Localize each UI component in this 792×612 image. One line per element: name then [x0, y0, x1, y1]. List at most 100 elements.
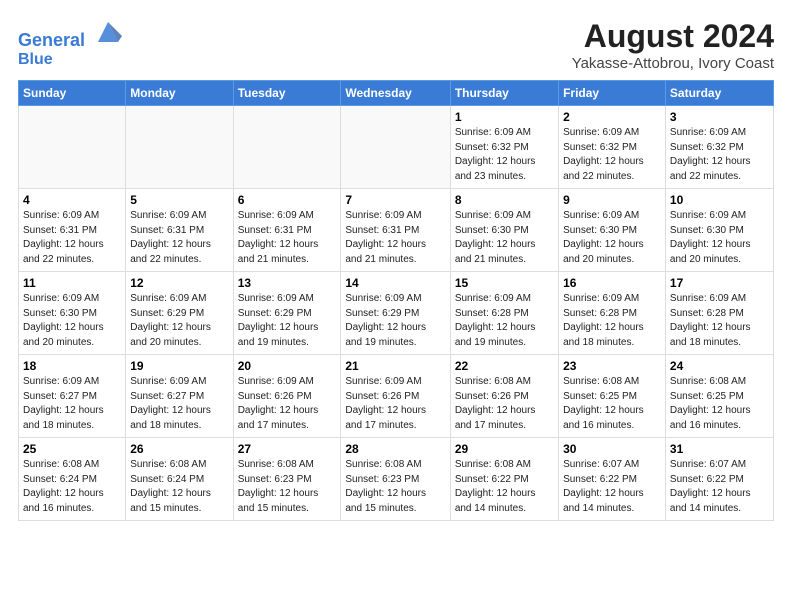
day-info: Sunrise: 6:09 AM Sunset: 6:30 PM Dayligh… [563, 209, 661, 267]
calendar-week-1: 1Sunrise: 6:09 AM Sunset: 6:32 PM Daylig… [19, 106, 774, 189]
calendar-cell: 31Sunrise: 6:07 AM Sunset: 6:22 PM Dayli… [665, 438, 773, 521]
day-number: 18 [23, 359, 121, 373]
day-header-monday: Monday [126, 81, 233, 106]
day-number: 14 [345, 276, 445, 290]
calendar-week-3: 11 Sunrise: 6:09 AM Sunset: 6:30 PM Dayli… [19, 272, 774, 355]
day-number: 2 [563, 110, 661, 124]
day-number: 20 [238, 359, 337, 373]
logo-icon [94, 18, 122, 46]
calendar-cell: 26 Sunrise: 6:08 AM Sunset: 6:24 PM Dayli… [126, 438, 233, 521]
day-number: 12 [130, 276, 228, 290]
day-info: Sunrise: 6:09 AM Sunset: 6:31 PM Dayligh… [345, 209, 445, 267]
day-number: 22 [455, 359, 554, 373]
calendar-cell: 6Sunrise: 6:09 AM Sunset: 6:31 PM Daylig… [233, 189, 341, 272]
day-info: Sunrise: 6:09 AM Sunset: 6:27 PM Dayligh… [130, 375, 228, 433]
day-number: 4 [23, 193, 121, 207]
day-info: Sunrise: 6:09 AM Sunset: 6:28 PM Dayligh… [670, 292, 769, 350]
calendar-cell: 16 Sunrise: 6:09 AM Sunset: 6:28 PM Dayli… [559, 272, 666, 355]
title-block: August 2024 Yakasse-Attobrou, Ivory Coas… [572, 18, 774, 72]
calendar-cell: 28Sunrise: 6:08 AM Sunset: 6:23 PM Dayli… [341, 438, 450, 521]
day-header-friday: Friday [559, 81, 666, 106]
day-info: Sunrise: 6:09 AM Sunset: 6:32 PM Dayligh… [455, 126, 554, 184]
day-info: Sunrise: 6:08 AM Sunset: 6:24 PM Dayligh… [130, 458, 228, 516]
day-number: 8 [455, 193, 554, 207]
calendar-cell: 11 Sunrise: 6:09 AM Sunset: 6:30 PM Dayli… [19, 272, 126, 355]
calendar-cell: 5 Sunrise: 6:09 AM Sunset: 6:31 PM Daylig… [126, 189, 233, 272]
calendar-cell [233, 106, 341, 189]
calendar-cell: 27 Sunrise: 6:08 AM Sunset: 6:23 PM Dayli… [233, 438, 341, 521]
day-info: Sunrise: 6:09 AM Sunset: 6:30 PM Dayligh… [455, 209, 554, 267]
day-number: 16 [563, 276, 661, 290]
calendar-cell: 13Sunrise: 6:09 AM Sunset: 6:29 PM Dayli… [233, 272, 341, 355]
day-number: 21 [345, 359, 445, 373]
day-number: 9 [563, 193, 661, 207]
calendar-cell [341, 106, 450, 189]
calendar-cell: 23 Sunrise: 6:08 AM Sunset: 6:25 PM Dayli… [559, 355, 666, 438]
calendar-cell: 2 Sunrise: 6:09 AM Sunset: 6:32 PM Daylig… [559, 106, 666, 189]
calendar-cell: 24 Sunrise: 6:08 AM Sunset: 6:25 PM Dayli… [665, 355, 773, 438]
calendar-cell: 17Sunrise: 6:09 AM Sunset: 6:28 PM Dayli… [665, 272, 773, 355]
calendar-cell: 10 Sunrise: 6:09 AM Sunset: 6:30 PM Dayli… [665, 189, 773, 272]
day-number: 28 [345, 442, 445, 456]
day-info: Sunrise: 6:08 AM Sunset: 6:23 PM Dayligh… [238, 458, 337, 516]
calendar-cell [126, 106, 233, 189]
day-number: 27 [238, 442, 337, 456]
calendar-cell: 9 Sunrise: 6:09 AM Sunset: 6:30 PM Daylig… [559, 189, 666, 272]
calendar-cell: 25Sunrise: 6:08 AM Sunset: 6:24 PM Dayli… [19, 438, 126, 521]
day-number: 23 [563, 359, 661, 373]
calendar-cell: 1Sunrise: 6:09 AM Sunset: 6:32 PM Daylig… [450, 106, 558, 189]
day-info: Sunrise: 6:08 AM Sunset: 6:25 PM Dayligh… [563, 375, 661, 433]
calendar-week-2: 4 Sunrise: 6:09 AM Sunset: 6:31 PM Daylig… [19, 189, 774, 272]
day-number: 5 [130, 193, 228, 207]
day-number: 19 [130, 359, 228, 373]
day-number: 7 [345, 193, 445, 207]
calendar-cell: 30 Sunrise: 6:07 AM Sunset: 6:22 PM Dayli… [559, 438, 666, 521]
logo-general: General [18, 30, 85, 50]
day-info: Sunrise: 6:09 AM Sunset: 6:30 PM Dayligh… [23, 292, 121, 350]
day-info: Sunrise: 6:09 AM Sunset: 6:29 PM Dayligh… [345, 292, 445, 350]
day-info: Sunrise: 6:07 AM Sunset: 6:22 PM Dayligh… [563, 458, 661, 516]
day-info: Sunrise: 6:09 AM Sunset: 6:29 PM Dayligh… [130, 292, 228, 350]
calendar-cell: 7 Sunrise: 6:09 AM Sunset: 6:31 PM Daylig… [341, 189, 450, 272]
calendar-cell: 3 Sunrise: 6:09 AM Sunset: 6:32 PM Daylig… [665, 106, 773, 189]
calendar-cell: 22 Sunrise: 6:08 AM Sunset: 6:26 PM Dayli… [450, 355, 558, 438]
day-info: Sunrise: 6:09 AM Sunset: 6:31 PM Dayligh… [130, 209, 228, 267]
page: General Blue August 2024 Yakasse-Attobro… [0, 0, 792, 531]
day-info: Sunrise: 6:09 AM Sunset: 6:31 PM Dayligh… [23, 209, 121, 267]
day-number: 10 [670, 193, 769, 207]
day-info: Sunrise: 6:09 AM Sunset: 6:30 PM Dayligh… [670, 209, 769, 267]
day-header-tuesday: Tuesday [233, 81, 341, 106]
calendar-header-row: SundayMondayTuesdayWednesdayThursdayFrid… [19, 81, 774, 106]
day-info: Sunrise: 6:09 AM Sunset: 6:32 PM Dayligh… [670, 126, 769, 184]
day-number: 31 [670, 442, 769, 456]
day-info: Sunrise: 6:08 AM Sunset: 6:26 PM Dayligh… [455, 375, 554, 433]
calendar-cell [19, 106, 126, 189]
logo-blue: Blue [18, 51, 122, 69]
day-info: Sunrise: 6:09 AM Sunset: 6:27 PM Dayligh… [23, 375, 121, 433]
calendar-cell: 18 Sunrise: 6:09 AM Sunset: 6:27 PM Dayli… [19, 355, 126, 438]
day-number: 13 [238, 276, 337, 290]
logo: General Blue [18, 18, 122, 68]
day-number: 6 [238, 193, 337, 207]
calendar-cell: 4 Sunrise: 6:09 AM Sunset: 6:31 PM Daylig… [19, 189, 126, 272]
day-info: Sunrise: 6:09 AM Sunset: 6:32 PM Dayligh… [563, 126, 661, 184]
day-number: 26 [130, 442, 228, 456]
calendar-cell: 20 Sunrise: 6:09 AM Sunset: 6:26 PM Dayli… [233, 355, 341, 438]
calendar-week-4: 18 Sunrise: 6:09 AM Sunset: 6:27 PM Dayli… [19, 355, 774, 438]
day-info: Sunrise: 6:09 AM Sunset: 6:28 PM Dayligh… [563, 292, 661, 350]
day-header-sunday: Sunday [19, 81, 126, 106]
day-number: 29 [455, 442, 554, 456]
day-number: 11 [23, 276, 121, 290]
day-number: 30 [563, 442, 661, 456]
day-header-wednesday: Wednesday [341, 81, 450, 106]
day-number: 3 [670, 110, 769, 124]
day-info: Sunrise: 6:08 AM Sunset: 6:25 PM Dayligh… [670, 375, 769, 433]
day-info: Sunrise: 6:09 AM Sunset: 6:26 PM Dayligh… [238, 375, 337, 433]
calendar-cell: 29Sunrise: 6:08 AM Sunset: 6:22 PM Dayli… [450, 438, 558, 521]
day-header-thursday: Thursday [450, 81, 558, 106]
header: General Blue August 2024 Yakasse-Attobro… [18, 18, 774, 72]
day-header-saturday: Saturday [665, 81, 773, 106]
day-info: Sunrise: 6:09 AM Sunset: 6:28 PM Dayligh… [455, 292, 554, 350]
calendar-cell: 8 Sunrise: 6:09 AM Sunset: 6:30 PM Daylig… [450, 189, 558, 272]
day-number: 24 [670, 359, 769, 373]
